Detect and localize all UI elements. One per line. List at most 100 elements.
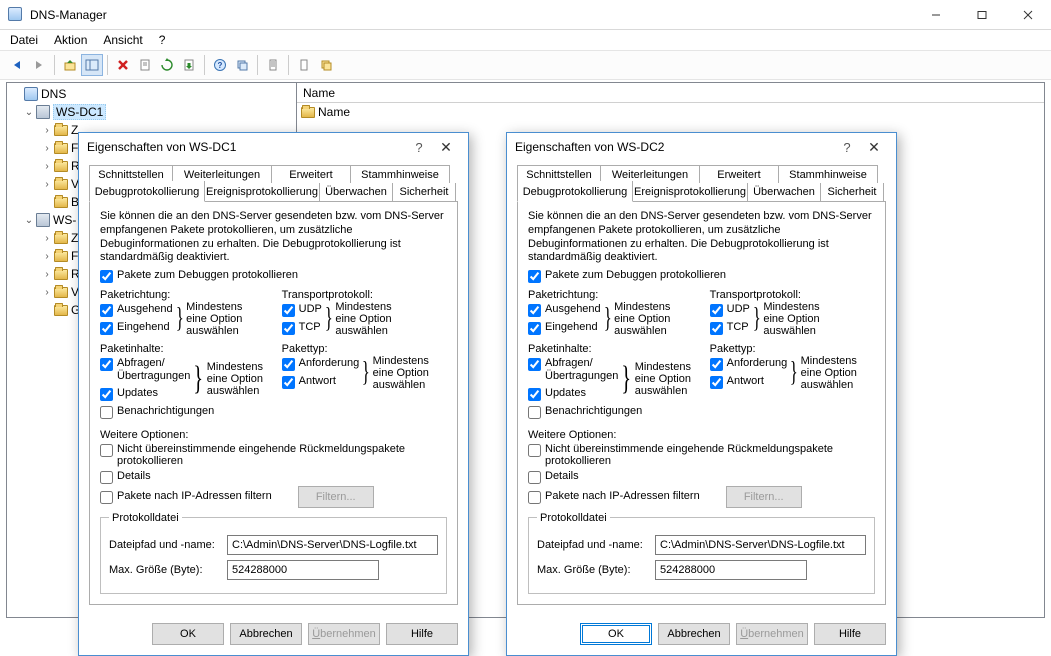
label-packettype: Pakettyp:: [282, 343, 447, 355]
cancel-button[interactable]: Abbrechen: [230, 623, 302, 645]
checkbox-incoming[interactable]: [100, 322, 113, 335]
hint-text: Mindestens eine Option auswählen: [614, 301, 674, 337]
tab-eventlog[interactable]: Ereignisprotokollierung: [204, 183, 320, 202]
context-help-button[interactable]: ?: [406, 140, 432, 155]
checkbox-queries[interactable]: [100, 358, 113, 371]
list-item[interactable]: Name: [297, 103, 1044, 121]
menu-action[interactable]: Aktion: [54, 33, 87, 47]
input-path[interactable]: [655, 535, 866, 555]
tab-debuglog[interactable]: Debugprotokollierung: [89, 181, 205, 202]
dialog-titlebar[interactable]: Eigenschaften von WS-DC1 ? ✕: [79, 133, 468, 161]
properties-button[interactable]: [134, 54, 156, 76]
apply-button[interactable]: Übernehmen: [308, 623, 380, 645]
maximize-button[interactable]: [959, 0, 1005, 30]
checkbox-outgoing[interactable]: [100, 304, 113, 317]
item3-button[interactable]: [315, 54, 337, 76]
filter-button[interactable]: Filtern...: [726, 486, 802, 508]
minimize-button[interactable]: [913, 0, 959, 30]
dialog-close-button[interactable]: ✕: [432, 139, 460, 156]
export-button[interactable]: [178, 54, 200, 76]
help-button[interactable]: ?: [209, 54, 231, 76]
checkbox-ipfilter[interactable]: [528, 491, 541, 504]
input-size[interactable]: [227, 560, 379, 580]
hint-text: Mindestens eine Option auswählen: [373, 355, 433, 391]
back-button[interactable]: [6, 54, 28, 76]
checkbox-debug-packets[interactable]: [100, 270, 113, 283]
tab-advanced[interactable]: Erweitert: [699, 165, 779, 184]
tab-roothints[interactable]: Stammhinweise: [350, 165, 450, 184]
checkbox-updates[interactable]: [528, 388, 541, 401]
hint-text: Mindestens eine Option auswählen: [801, 355, 861, 391]
checkbox-incoming[interactable]: [528, 322, 541, 335]
hint-text: Mindestens eine Option auswählen: [186, 301, 246, 337]
checkbox-response[interactable]: [282, 376, 295, 389]
dialog-close-button[interactable]: ✕: [860, 139, 888, 156]
dialog-titlebar[interactable]: Eigenschaften von WS-DC2 ? ✕: [507, 133, 896, 161]
tab-security[interactable]: Sicherheit: [392, 183, 456, 202]
list-header[interactable]: Name: [297, 83, 1044, 103]
brace-icon: }: [194, 369, 204, 389]
checkbox-tcp[interactable]: [282, 322, 295, 335]
tree-root-dns[interactable]: DNS: [7, 85, 296, 103]
hint-text: Mindestens eine Option auswählen: [207, 361, 267, 397]
apply-button[interactable]: Übernehmen: [736, 623, 808, 645]
checkbox-udp[interactable]: [282, 304, 295, 317]
dialog-title: Eigenschaften von WS-DC2: [515, 140, 834, 154]
fieldset-legend: Protokolldatei: [109, 512, 182, 524]
checkbox-unmatched[interactable]: [528, 444, 541, 457]
label-packettype: Pakettyp:: [710, 343, 875, 355]
forward-button[interactable]: [28, 54, 50, 76]
context-help-button[interactable]: ?: [834, 140, 860, 155]
tab-monitoring[interactable]: Überwachen: [747, 183, 821, 202]
help-button[interactable]: Hilfe: [814, 623, 886, 645]
checkbox-details[interactable]: [528, 471, 541, 484]
filter-button[interactable]: Filtern...: [298, 486, 374, 508]
checkbox-unmatched[interactable]: [100, 444, 113, 457]
delete-button[interactable]: [112, 54, 134, 76]
console-tree-button[interactable]: [81, 54, 103, 76]
up-button[interactable]: [59, 54, 81, 76]
menu-help[interactable]: ?: [159, 33, 166, 47]
checkbox-request[interactable]: [710, 358, 723, 371]
input-path[interactable]: [227, 535, 438, 555]
window-title: DNS-Manager: [30, 8, 913, 22]
menu-view[interactable]: Ansicht: [103, 33, 142, 47]
tab-roothints[interactable]: Stammhinweise: [778, 165, 878, 184]
tab-debuglog[interactable]: Debugprotokollierung: [517, 181, 633, 202]
checkbox-udp[interactable]: [710, 304, 723, 317]
new-window-button[interactable]: [231, 54, 253, 76]
tab-security[interactable]: Sicherheit: [820, 183, 884, 202]
checkbox-ipfilter[interactable]: [100, 491, 113, 504]
item2-button[interactable]: [293, 54, 315, 76]
checkbox-queries[interactable]: [528, 358, 541, 371]
ok-button[interactable]: OK: [580, 623, 652, 645]
hint-text: Mindestens eine Option auswählen: [335, 301, 395, 337]
column-name[interactable]: Name: [303, 86, 335, 100]
properties-dialog-wsdc2: Eigenschaften von WS-DC2 ? ✕ Schnittstel…: [506, 132, 897, 656]
tab-monitoring[interactable]: Überwachen: [319, 183, 393, 202]
checkbox-debug-packets[interactable]: [528, 270, 541, 283]
refresh-button[interactable]: [156, 54, 178, 76]
brace-icon: }: [362, 365, 370, 382]
tab-advanced[interactable]: Erweitert: [271, 165, 351, 184]
cancel-button[interactable]: Abbrechen: [658, 623, 730, 645]
checkbox-tcp[interactable]: [710, 322, 723, 335]
ok-button[interactable]: OK: [152, 623, 224, 645]
menu-file[interactable]: Datei: [10, 33, 38, 47]
close-button[interactable]: [1005, 0, 1051, 30]
checkbox-outgoing[interactable]: [528, 304, 541, 317]
fieldset-legend: Protokolldatei: [537, 512, 610, 524]
checkbox-updates[interactable]: [100, 388, 113, 401]
checkbox-notifications[interactable]: [100, 406, 113, 419]
tree-server-wsdc1[interactable]: ⌄WS-DC1: [7, 103, 296, 121]
toolbar: ?: [0, 50, 1051, 80]
input-size[interactable]: [655, 560, 807, 580]
label-size: Max. Größe (Byte):: [537, 564, 647, 576]
checkbox-response[interactable]: [710, 376, 723, 389]
checkbox-request[interactable]: [282, 358, 295, 371]
help-button[interactable]: Hilfe: [386, 623, 458, 645]
item1-button[interactable]: [262, 54, 284, 76]
checkbox-notifications[interactable]: [528, 406, 541, 419]
checkbox-details[interactable]: [100, 471, 113, 484]
tab-eventlog[interactable]: Ereignisprotokollierung: [632, 183, 748, 202]
